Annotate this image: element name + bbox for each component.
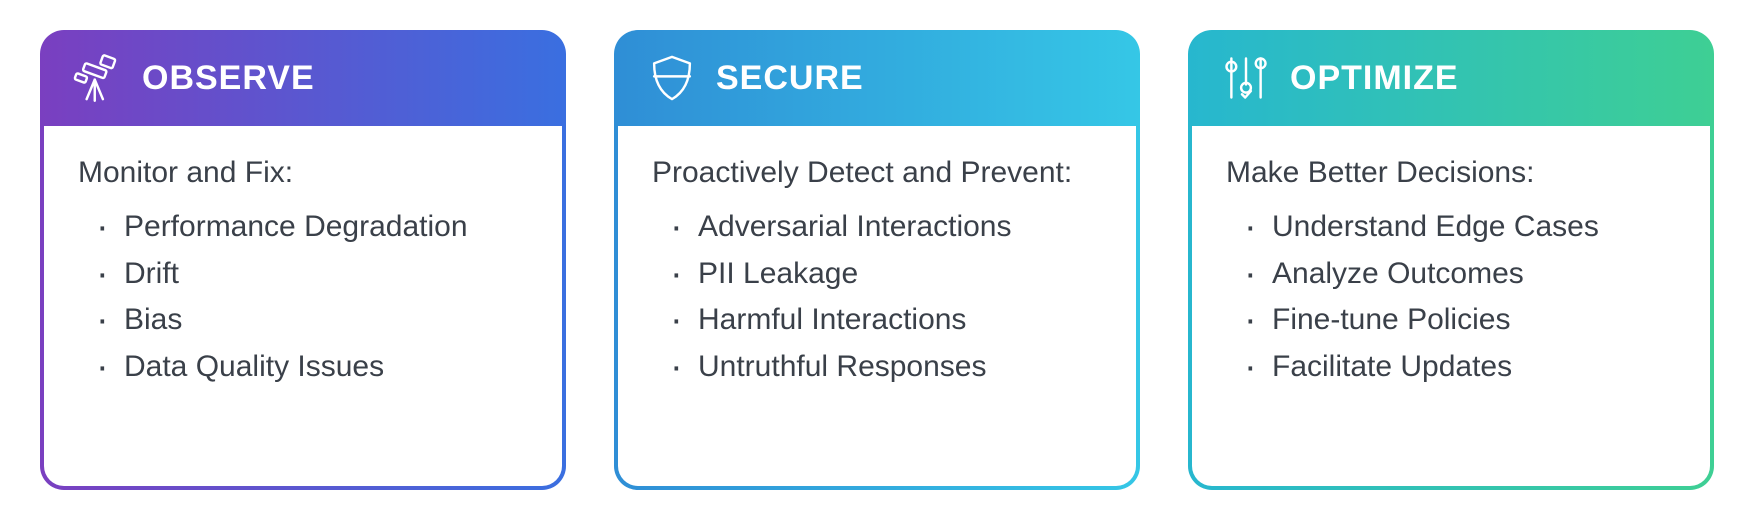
- card-secure-body: Proactively Detect and Prevent: Adversar…: [618, 126, 1136, 486]
- card-observe: OBSERVE Monitor and Fix: Performance Deg…: [40, 30, 566, 490]
- card-observe-list: Performance Degradation Drift Bias Data …: [78, 204, 528, 390]
- list-item: Fine-tune Policies: [1244, 297, 1676, 344]
- card-observe-body: Monitor and Fix: Performance Degradation…: [44, 126, 562, 486]
- card-secure: SECURE Proactively Detect and Prevent: A…: [614, 30, 1140, 490]
- card-observe-header: OBSERVE: [44, 34, 562, 126]
- list-item: Facilitate Updates: [1244, 344, 1676, 391]
- telescope-icon: [72, 52, 124, 104]
- card-optimize-title: OPTIMIZE: [1290, 59, 1459, 98]
- list-item: Drift: [96, 251, 528, 298]
- card-secure-lead: Proactively Detect and Prevent:: [652, 156, 1102, 190]
- list-item: PII Leakage: [670, 251, 1102, 298]
- list-item: Performance Degradation: [96, 204, 528, 251]
- card-secure-list: Adversarial Interactions PII Leakage Har…: [652, 204, 1102, 390]
- list-item: Data Quality Issues: [96, 344, 528, 391]
- card-optimize: OPTIMIZE Make Better Decisions: Understa…: [1188, 30, 1714, 490]
- card-optimize-body: Make Better Decisions: Understand Edge C…: [1192, 126, 1710, 486]
- shield-icon: [646, 52, 698, 104]
- list-item: Harmful Interactions: [670, 297, 1102, 344]
- card-optimize-lead: Make Better Decisions:: [1226, 156, 1676, 190]
- sliders-icon: [1220, 52, 1272, 104]
- list-item: Adversarial Interactions: [670, 204, 1102, 251]
- card-optimize-header: OPTIMIZE: [1192, 34, 1710, 126]
- list-item: Understand Edge Cases: [1244, 204, 1676, 251]
- card-observe-lead: Monitor and Fix:: [78, 156, 528, 190]
- list-item: Untruthful Responses: [670, 344, 1102, 391]
- list-item: Analyze Outcomes: [1244, 251, 1676, 298]
- card-secure-title: SECURE: [716, 59, 864, 98]
- list-item: Bias: [96, 297, 528, 344]
- card-optimize-list: Understand Edge Cases Analyze Outcomes F…: [1226, 204, 1676, 390]
- card-secure-header: SECURE: [618, 34, 1136, 126]
- card-observe-title: OBSERVE: [142, 59, 315, 98]
